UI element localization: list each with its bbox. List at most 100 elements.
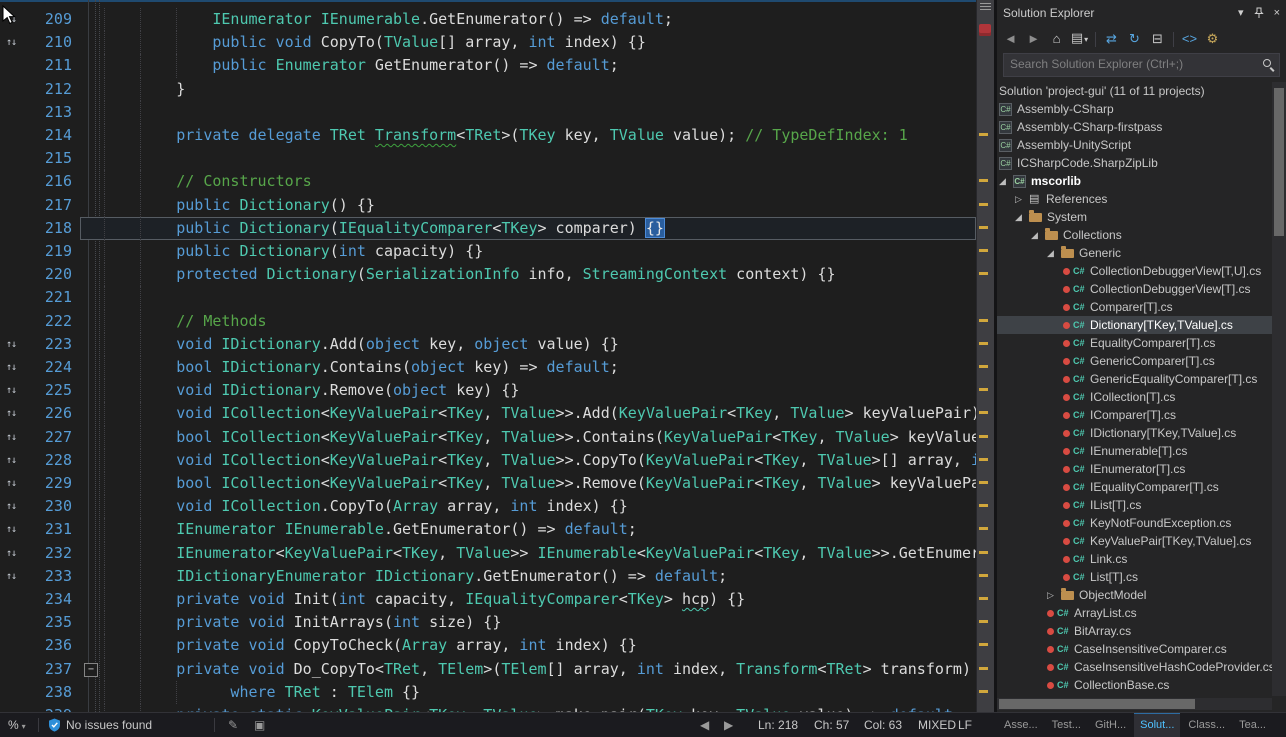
code-line[interactable]: ↑↓227bool ICollection<KeyValuePair<TKey,… xyxy=(0,426,976,449)
line-number[interactable]: 215 xyxy=(20,147,72,170)
tool-window-tab-gith[interactable]: GitH... xyxy=(1089,713,1132,737)
pencil-icon[interactable]: ✎ xyxy=(228,713,238,737)
code-editor[interactable]: ↑↓209IEnumerator IEnumerable.GetEnumerat… xyxy=(0,0,976,712)
issues-status[interactable]: No issues found xyxy=(66,713,152,737)
scrollbar-thumb[interactable] xyxy=(1274,88,1284,236)
split-editor-handle[interactable] xyxy=(980,3,991,12)
code-line[interactable]: 237−private void Do_CopyTo<TRet, TElem>(… xyxy=(0,658,976,681)
tree-item-arraylist-cs[interactable]: C#ArrayList.cs xyxy=(997,604,1272,622)
code-line[interactable]: ↑↓230void ICollection.CopyTo(Array array… xyxy=(0,495,976,518)
code-line[interactable]: ↑↓231IEnumerator IEnumerable.GetEnumerat… xyxy=(0,518,976,541)
tree-item-bitarray-cs[interactable]: C#BitArray.cs xyxy=(997,622,1272,640)
tree-item-keyvaluepair-tkey-tvalue-cs[interactable]: C#KeyValuePair[TKey,TValue].cs xyxy=(997,532,1272,550)
line-number[interactable]: 237 xyxy=(20,658,72,681)
tree-item-assembly-csharp-firstpass[interactable]: C#Assembly-CSharp-firstpass xyxy=(997,118,1272,136)
tree-item-mscorlib[interactable]: ◢C#mscorlib xyxy=(997,172,1272,190)
tool-window-tab-tea[interactable]: Tea... xyxy=(1233,713,1272,737)
code-line[interactable]: 238where TRet : TElem {} xyxy=(0,681,976,704)
switch-views-button-icon[interactable]: ▤▾ xyxy=(1069,27,1090,51)
code-line[interactable]: 215 xyxy=(0,147,976,170)
tool-window-tab-class[interactable]: Class... xyxy=(1182,713,1231,737)
line-number[interactable]: 228 xyxy=(20,449,72,472)
override-implement-icon[interactable]: ↑↓ xyxy=(2,449,20,472)
tool-window-tab-test[interactable]: Test... xyxy=(1046,713,1087,737)
properties-button-icon[interactable]: ⚙ xyxy=(1202,28,1223,50)
line-number[interactable]: 212 xyxy=(20,78,72,101)
code-line[interactable]: 234private void Init(int capacity, IEqua… xyxy=(0,588,976,611)
line-number[interactable]: 219 xyxy=(20,240,72,263)
refresh-button-icon[interactable]: ↻ xyxy=(1124,28,1145,50)
code-line[interactable]: ↑↓210public void CopyTo(TValue[] array, … xyxy=(0,31,976,54)
home-button-icon[interactable]: ⌂ xyxy=(1046,28,1067,50)
line-number[interactable]: 222 xyxy=(20,310,72,333)
line-number[interactable]: 227 xyxy=(20,426,72,449)
override-implement-icon[interactable]: ↑↓ xyxy=(2,356,20,379)
line-number[interactable]: 235 xyxy=(20,611,72,634)
code-line[interactable]: 213 xyxy=(0,101,976,124)
code-line[interactable]: ↑↓232IEnumerator<KeyValuePair<TKey, TVal… xyxy=(0,542,976,565)
code-line[interactable]: 212} xyxy=(0,78,976,101)
code-line[interactable]: 236private void CopyToCheck(Array array,… xyxy=(0,634,976,657)
tree-item-caseinsensitivecomparer-cs[interactable]: C#CaseInsensitiveComparer.cs xyxy=(997,640,1272,658)
collapse-arrow-icon[interactable]: ◢ xyxy=(999,172,1013,190)
tree-item-icollection-t-cs[interactable]: C#ICollection[T].cs xyxy=(997,388,1272,406)
code-line[interactable]: ↑↓225void IDictionary.Remove(object key)… xyxy=(0,379,976,402)
code-line[interactable]: 216// Constructors xyxy=(0,170,976,193)
tree-item-icsharpcode-sharpziplib[interactable]: C#ICSharpCode.SharpZipLib xyxy=(997,154,1272,172)
collapse-arrow-icon[interactable]: ◢ xyxy=(1031,226,1045,244)
override-implement-icon[interactable]: ↑↓ xyxy=(2,402,20,425)
line-number[interactable]: 225 xyxy=(20,379,72,402)
aux-status-icon[interactable]: ▣ xyxy=(254,713,265,737)
code-line[interactable]: 211public Enumerator GetEnumerator() => … xyxy=(0,54,976,77)
tree-horizontal-scrollbar[interactable] xyxy=(997,698,1272,710)
override-implement-icon[interactable]: ↑↓ xyxy=(2,518,20,541)
tree-item-comparer-t-cs[interactable]: C#Comparer[T].cs xyxy=(997,298,1272,316)
tree-item-solution-project-gui-11-of-11-projects[interactable]: Solution 'project-gui' (11 of 11 project… xyxy=(997,82,1272,100)
view-code-button-icon[interactable]: <> xyxy=(1179,28,1200,50)
override-implement-icon[interactable]: ↑↓ xyxy=(2,565,20,588)
tree-item-dictionary-tkey-tvalue-cs[interactable]: C#Dictionary[TKey,TValue].cs xyxy=(997,316,1272,334)
line-number[interactable]: 217 xyxy=(20,194,72,217)
code-line[interactable]: 214private delegate TRet Transform<TRet>… xyxy=(0,124,976,147)
tree-item-genericcomparer-t-cs[interactable]: C#GenericComparer[T].cs xyxy=(997,352,1272,370)
pin-icon[interactable] xyxy=(1253,7,1265,19)
tree-item-icomparer-t-cs[interactable]: C#IComparer[T].cs xyxy=(997,406,1272,424)
tree-item-system[interactable]: ◢System xyxy=(997,208,1272,226)
override-implement-icon[interactable]: ↑↓ xyxy=(2,426,20,449)
line-number[interactable]: 239 xyxy=(20,704,72,712)
search-box[interactable] xyxy=(1003,53,1280,77)
line-number[interactable]: 226 xyxy=(20,402,72,425)
code-line[interactable]: 235private void InitArrays(int size) {} xyxy=(0,611,976,634)
expand-arrow-icon[interactable]: ▷ xyxy=(1047,586,1061,604)
line-number[interactable]: 218 xyxy=(20,217,72,240)
tree-item-references[interactable]: ▷▤References xyxy=(997,190,1272,208)
code-line[interactable]: 217public Dictionary() {} xyxy=(0,194,976,217)
tree-item-collectionbase-cs[interactable]: C#CollectionBase.cs xyxy=(997,676,1272,694)
override-implement-icon[interactable]: ↑↓ xyxy=(2,472,20,495)
scrollbar-thumb[interactable] xyxy=(999,699,1195,709)
collapse-all-button-icon[interactable]: ⊟ xyxy=(1147,28,1168,50)
collapse-arrow-icon[interactable]: ◢ xyxy=(1015,208,1029,226)
tree-item-collections[interactable]: ◢Collections xyxy=(997,226,1272,244)
line-number[interactable]: 224 xyxy=(20,356,72,379)
tree-item-genericequalitycomparer-t-cs[interactable]: C#GenericEqualityComparer[T].cs xyxy=(997,370,1272,388)
search-icon[interactable] xyxy=(1261,57,1275,71)
override-implement-icon[interactable]: ↑↓ xyxy=(2,379,20,402)
code-line[interactable]: 239private static KeyValuePair<TKey, TVa… xyxy=(0,704,976,712)
code-line[interactable]: 221 xyxy=(0,286,976,309)
override-implement-icon[interactable]: ↑↓ xyxy=(2,495,20,518)
code-line[interactable]: ↑↓228void ICollection<KeyValuePair<TKey,… xyxy=(0,449,976,472)
code-line[interactable]: ↑↓229bool ICollection<KeyValuePair<TKey,… xyxy=(0,472,976,495)
line-number[interactable]: 213 xyxy=(20,101,72,124)
override-implement-icon[interactable]: ↑↓ xyxy=(2,333,20,356)
line-number[interactable]: 221 xyxy=(20,286,72,309)
tree-item-objectmodel[interactable]: ▷ObjectModel xyxy=(997,586,1272,604)
tree-item-list-t-cs[interactable]: C#List[T].cs xyxy=(997,568,1272,586)
window-position-icon[interactable]: ▾ xyxy=(1238,0,1244,26)
line-number[interactable]: 210 xyxy=(20,31,72,54)
tool-window-tab-solut[interactable]: Solut... xyxy=(1134,713,1180,737)
forward-button-icon[interactable]: ► xyxy=(1023,28,1044,50)
tree-vertical-scrollbar[interactable] xyxy=(1272,82,1286,696)
line-number[interactable]: 236 xyxy=(20,634,72,657)
line-number[interactable]: 223 xyxy=(20,333,72,356)
